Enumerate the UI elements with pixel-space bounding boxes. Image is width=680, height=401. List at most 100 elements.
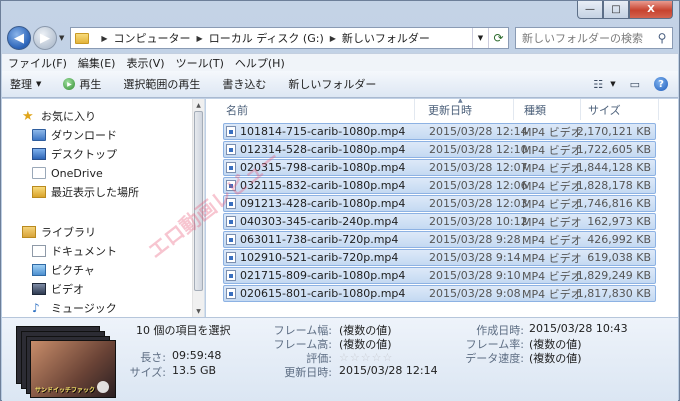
play-button[interactable]: ▶ 再生 (63, 76, 101, 92)
column-divider[interactable] (580, 99, 581, 120)
address-row: ◀ ▶ ▼ ▶ コンピューター ▶ ローカル ディスク (G:) ▶ 新しいフォ… (7, 25, 673, 51)
search-icon[interactable]: ⚲ (652, 31, 672, 45)
preview-pane-icon[interactable]: ▭ (630, 78, 640, 91)
menu-edit[interactable]: 編集(E) (78, 55, 116, 71)
nav-videos[interactable]: ビデオ (32, 280, 84, 298)
column-divider[interactable] (414, 99, 415, 120)
selection-count: 10 個の項目を選択 (136, 324, 231, 337)
explorer-window: — □ X ◀ ▶ ▼ ▶ コンピューター ▶ ローカル ディスク (G:) ▶… (0, 0, 680, 401)
column-divider[interactable] (513, 99, 514, 120)
burn-button[interactable]: 書き込む (222, 76, 266, 92)
address-history-dropdown-icon[interactable]: ▼ (472, 28, 488, 48)
file-type: MP4 ビデオ (522, 161, 582, 175)
new-folder-button[interactable]: 新しいフォルダー (288, 76, 376, 92)
rating-stars[interactable]: ☆☆☆☆☆ (339, 351, 393, 364)
file-name: 021715-809-carib-1080p.mp4 (240, 269, 406, 282)
column-headers: ▲ 名前 更新日時 種類 サイズ (206, 99, 678, 120)
data-rate-value[interactable]: (複数の値) (529, 350, 582, 366)
file-type: MP4 ビデオ (522, 287, 582, 301)
created-value[interactable]: 2015/03/28 10:43 (529, 322, 628, 335)
scrollbar-thumb[interactable] (194, 111, 203, 291)
chevron-right-icon[interactable]: ▶ (330, 34, 336, 43)
file-size: 1,817,830 KB (576, 287, 651, 300)
column-name[interactable]: 名前 (226, 102, 248, 118)
file-size: 2,170,121 KB (576, 125, 651, 138)
forward-button[interactable]: ▶ (33, 26, 57, 50)
file-row[interactable]: 032115-832-carib-1080p.mp4 2015/03/28 12:… (223, 177, 656, 194)
nav-scrollbar[interactable]: ▲ ▼ (192, 99, 204, 317)
organize-button[interactable]: 整理 ▼ (10, 76, 41, 92)
recent-places-icon (32, 186, 46, 198)
nav-desktop[interactable]: デスクトップ (32, 145, 117, 163)
file-row[interactable]: 020615-801-carib-1080p.mp4 2015/03/28 9:0… (223, 285, 656, 302)
file-type: MP4 ビデオ (522, 179, 582, 193)
file-row[interactable]: 012314-528-carib-1080p.mp4 2015/03/28 12:… (223, 141, 656, 158)
nav-music[interactable]: ♪ ミュージック (32, 299, 117, 317)
nav-libraries[interactable]: ライブラリ (22, 223, 96, 241)
file-date: 2015/03/28 12:06 (429, 179, 528, 192)
navigation-pane: ★ お気に入り ダウンロード デスクトップ OneDrive 最近表示した場所 … (2, 99, 205, 317)
nav-favorites[interactable]: ★ お気に入り (22, 107, 96, 125)
size-label: サイズ: (129, 366, 166, 379)
recent-pages-dropdown-icon[interactable]: ▼ (59, 34, 64, 42)
back-button[interactable]: ◀ (7, 26, 31, 50)
scroll-up-icon[interactable]: ▲ (193, 100, 204, 110)
column-date[interactable]: 更新日時 (428, 102, 472, 118)
menu-tools[interactable]: ツール(T) (176, 55, 224, 71)
file-name: 101814-715-carib-1080p.mp4 (240, 125, 406, 138)
close-button[interactable]: X (629, 1, 673, 19)
file-type: MP4 ビデオ (522, 233, 582, 247)
nav-pictures[interactable]: ピクチャ (32, 261, 95, 279)
frame-height-value[interactable]: (複数の値) (339, 336, 392, 352)
chevron-right-icon[interactable]: ▶ (101, 34, 107, 43)
file-row[interactable]: 102910-521-carib-720p.mp4 2015/03/28 9:14… (223, 249, 656, 266)
nav-pictures-label: ピクチャ (51, 264, 95, 277)
play-selection-button[interactable]: 選択範囲の再生 (123, 76, 200, 92)
file-row[interactable]: 063011-738-carib-720p.mp4 2015/03/28 9:28… (223, 231, 656, 248)
menu-help[interactable]: ヘルプ(H) (235, 55, 285, 71)
onedrive-icon (32, 167, 46, 179)
file-name: 012314-528-carib-1080p.mp4 (240, 143, 406, 156)
help-icon[interactable]: ? (654, 77, 668, 91)
file-name: 091213-428-carib-1080p.mp4 (240, 197, 406, 210)
file-type: MP4 ビデオ (522, 125, 582, 139)
chevron-right-icon[interactable]: ▶ (197, 34, 203, 43)
video-thumbnail-front: サンドイッチファック (30, 340, 116, 398)
minimize-button[interactable]: — (577, 1, 603, 19)
column-divider[interactable] (658, 99, 659, 120)
file-type: MP4 ビデオ (522, 251, 582, 265)
column-size[interactable]: サイズ (588, 102, 621, 118)
scroll-down-icon[interactable]: ▼ (193, 306, 204, 316)
change-view-icon[interactable]: ☷ (588, 78, 608, 91)
column-type[interactable]: 種類 (524, 102, 546, 118)
breadcrumb-computer[interactable]: コンピューター (114, 30, 191, 46)
file-row[interactable]: 101814-715-carib-1080p.mp4 2015/03/28 12:… (223, 123, 656, 140)
file-row[interactable]: 091213-428-carib-1080p.mp4 2015/03/28 12:… (223, 195, 656, 212)
play-icon: ▶ (63, 78, 76, 90)
file-row[interactable]: 020315-798-carib-1080p.mp4 2015/03/28 12:… (223, 159, 656, 176)
pictures-icon (32, 264, 46, 276)
refresh-icon[interactable]: ⟳ (488, 28, 508, 48)
breadcrumb-new-folder[interactable]: 新しいフォルダー (342, 30, 430, 46)
nav-recent-places[interactable]: 最近表示した場所 (32, 183, 139, 201)
address-bar[interactable]: ▶ コンピューター ▶ ローカル ディスク (G:) ▶ 新しいフォルダー ▼ … (70, 27, 509, 49)
file-row[interactable]: 040303-345-carib-240p.mp4 2015/03/28 10:1… (223, 213, 656, 230)
thumbnail-caption: サンドイッチファック (35, 387, 96, 394)
search-input[interactable]: 新しいフォルダーの検索 ⚲ (515, 27, 673, 49)
nav-documents[interactable]: ドキュメント (32, 242, 117, 260)
video-file-icon (226, 270, 236, 281)
file-size: 426,992 KB (587, 233, 651, 246)
file-date: 2015/03/28 9:08 (429, 287, 521, 300)
play-overlay-icon (97, 381, 109, 393)
file-row[interactable]: 021715-809-carib-1080p.mp4 2015/03/28 9:1… (223, 267, 656, 284)
view-dropdown-icon[interactable]: ▼ (610, 80, 615, 88)
videos-icon (32, 283, 46, 295)
menu-view[interactable]: 表示(V) (126, 55, 164, 71)
breadcrumb-local-disk[interactable]: ローカル ディスク (G:) (209, 30, 324, 46)
nav-downloads[interactable]: ダウンロード (32, 126, 117, 144)
maximize-button[interactable]: □ (603, 1, 629, 19)
back-arrow-icon: ◀ (14, 30, 24, 46)
modified-label: 更新日時: (284, 366, 332, 379)
nav-onedrive[interactable]: OneDrive (32, 164, 103, 182)
menu-file[interactable]: ファイル(F) (8, 55, 67, 71)
